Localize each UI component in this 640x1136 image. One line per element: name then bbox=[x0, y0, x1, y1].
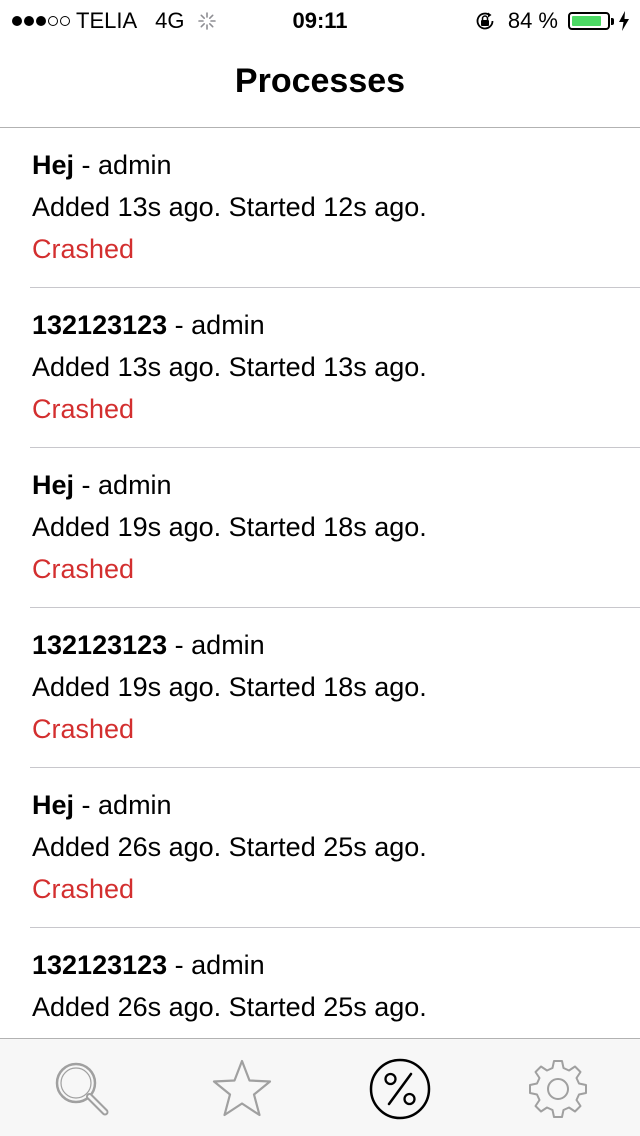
process-timing: Added 19s ago. Started 18s ago. bbox=[32, 512, 427, 542]
star-icon bbox=[212, 1059, 272, 1117]
orientation-lock-icon bbox=[476, 12, 494, 30]
process-name: 132123123 bbox=[32, 950, 168, 980]
process-timing: Added 13s ago. Started 13s ago. bbox=[32, 352, 427, 382]
process-name: Hej bbox=[32, 470, 75, 500]
percent-icon bbox=[369, 1058, 431, 1120]
process-row[interactable]: Hej - admin Added 26s ago. Started 25s a… bbox=[0, 768, 640, 928]
charging-bolt-icon bbox=[619, 11, 629, 31]
tab-search[interactable] bbox=[50, 1057, 114, 1121]
tab-settings[interactable] bbox=[526, 1057, 590, 1121]
process-user: admin bbox=[191, 950, 265, 980]
process-title: 132123123 - admin bbox=[32, 310, 265, 341]
process-timing: Added 26s ago. Started 25s ago. bbox=[32, 832, 427, 862]
gear-icon bbox=[529, 1060, 587, 1118]
process-row[interactable]: Hej - admin Added 13s ago. Started 12s a… bbox=[0, 128, 640, 288]
title-separator: - bbox=[74, 470, 99, 500]
process-list[interactable]: Hej - admin Added 13s ago. Started 12s a… bbox=[0, 128, 640, 1038]
battery-nub bbox=[611, 18, 614, 25]
process-timing: Added 26s ago. Started 25s ago. bbox=[32, 992, 427, 1022]
process-status: Crashed bbox=[32, 714, 135, 744]
process-row[interactable]: 132123123 - admin Added 13s ago. Started… bbox=[0, 288, 640, 448]
title-separator: - bbox=[167, 310, 192, 340]
battery-icon bbox=[568, 12, 614, 30]
title-separator: - bbox=[167, 630, 192, 660]
process-name: Hej bbox=[32, 790, 75, 820]
process-timing: Added 19s ago. Started 18s ago. bbox=[32, 672, 427, 702]
battery-percent: 84 % bbox=[507, 8, 558, 33]
navigation-bar: Processes bbox=[0, 40, 640, 128]
title-separator: - bbox=[74, 150, 99, 180]
title-separator: - bbox=[167, 950, 192, 980]
process-name: 132123123 bbox=[32, 630, 168, 660]
tab-processes[interactable] bbox=[368, 1057, 432, 1121]
process-user: admin bbox=[191, 630, 265, 660]
tab-bar bbox=[0, 1038, 640, 1136]
process-name: 132123123 bbox=[32, 310, 168, 340]
process-status: Crashed bbox=[32, 234, 135, 264]
process-status: Crashed bbox=[32, 554, 135, 584]
process-row[interactable]: 132123123 - admin Added 19s ago. Started… bbox=[0, 608, 640, 768]
status-bar: TELIA 4G 09:11 84 % bbox=[0, 0, 640, 40]
page-title: Processes bbox=[234, 62, 406, 100]
process-row[interactable]: Hej - admin Added 19s ago. Started 18s a… bbox=[0, 448, 640, 608]
process-title: Hej - admin bbox=[32, 470, 172, 501]
process-title: Hej - admin bbox=[32, 150, 172, 181]
tab-favorites[interactable] bbox=[210, 1057, 274, 1121]
process-status: Crashed bbox=[32, 394, 135, 424]
process-user: admin bbox=[191, 310, 265, 340]
process-title: 132123123 - admin bbox=[32, 630, 265, 661]
process-user: admin bbox=[98, 470, 172, 500]
process-title: Hej - admin bbox=[32, 790, 172, 821]
process-user: admin bbox=[98, 150, 172, 180]
process-row[interactable]: 132123123 - admin Added 26s ago. Started… bbox=[0, 928, 640, 1038]
process-name: Hej bbox=[32, 150, 75, 180]
status-bar-right: 84 % bbox=[474, 8, 630, 34]
battery-level-fill bbox=[572, 16, 601, 26]
process-title: 132123123 - admin bbox=[32, 950, 265, 981]
process-timing: Added 13s ago. Started 12s ago. bbox=[32, 192, 427, 222]
search-icon bbox=[55, 1062, 109, 1116]
process-status: Crashed bbox=[32, 874, 135, 904]
process-user: admin bbox=[98, 790, 172, 820]
title-separator: - bbox=[74, 790, 99, 820]
